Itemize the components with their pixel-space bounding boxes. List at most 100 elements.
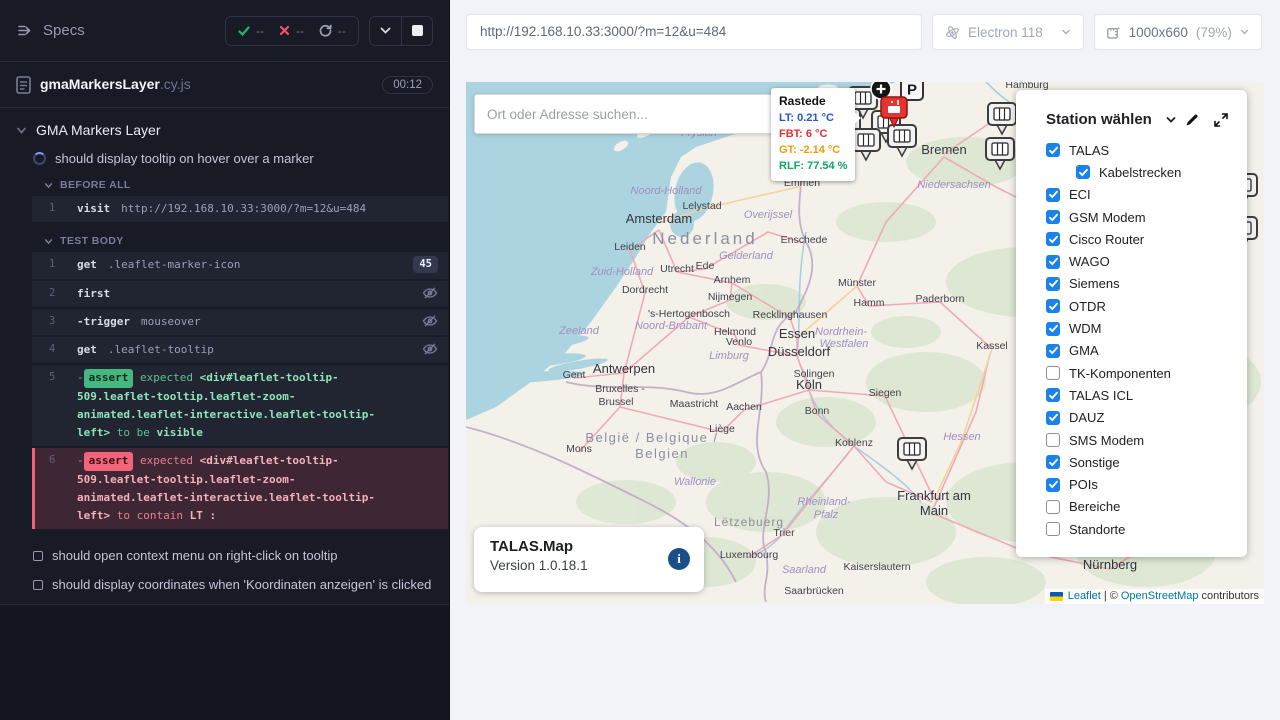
map-label: Recklinghausen <box>753 309 828 321</box>
command-text: -triggermouseover <box>77 313 406 331</box>
station-checkbox-row[interactable]: POIs <box>1046 473 1247 495</box>
chevron-down-icon <box>44 237 53 246</box>
map-label: Limburg <box>709 350 750 362</box>
osm-link[interactable]: OpenStreetMap <box>1121 590 1199 602</box>
pending-test-row[interactable]: should open context menu on right-click … <box>0 541 449 570</box>
command-row[interactable]: 1visithttp://192.168.10.33:3000/?m=12&u=… <box>32 196 448 222</box>
station-checkbox-row[interactable]: Siemens <box>1046 273 1247 295</box>
command-row[interactable]: 4get.leaflet-tooltip <box>32 337 448 363</box>
search-input[interactable] <box>474 94 782 134</box>
command-row[interactable]: 3-triggermouseover <box>32 309 448 335</box>
runner-controls <box>369 16 433 46</box>
running-test-row[interactable]: should display tooltip on hover over a m… <box>0 144 449 173</box>
failed-stat: -- <box>279 24 304 38</box>
station-checkbox-row[interactable]: SMS Modem <box>1046 429 1247 451</box>
check-icon <box>1048 256 1059 267</box>
station-checkbox[interactable] <box>1046 188 1060 202</box>
attribution-separator: | © <box>1104 590 1118 602</box>
station-checkbox-row[interactable]: GSM Modem <box>1046 206 1247 228</box>
station-checkbox[interactable] <box>1046 277 1060 291</box>
station-checkbox[interactable] <box>1046 232 1060 246</box>
station-checkbox-row[interactable]: WDM <box>1046 317 1247 339</box>
collapse-button[interactable] <box>370 17 401 45</box>
map-tooltip[interactable]: Rastede LT: 0.21 °CFBT: 6 °CGT: -2.14 °C… <box>771 88 855 181</box>
map-marker-pin[interactable] <box>852 129 880 160</box>
station-checkbox[interactable] <box>1046 478 1060 492</box>
station-checkbox-row[interactable]: TK-Komponenten <box>1046 362 1247 384</box>
map-label: Nordrhein- <box>815 326 867 338</box>
browser-selector[interactable]: Electron 118 <box>932 14 1084 50</box>
stop-button[interactable] <box>401 17 432 45</box>
leaflet-link[interactable]: Leaflet <box>1068 590 1101 602</box>
station-checkbox[interactable] <box>1046 500 1060 514</box>
station-checkbox-row[interactable]: DAUZ <box>1046 407 1247 429</box>
station-checkbox-row[interactable]: Cisco Router <box>1046 228 1247 250</box>
station-checkbox[interactable] <box>1046 411 1060 425</box>
pending-test-row[interactable]: should display coordinates when 'Koordin… <box>0 570 449 599</box>
map-marker-pin[interactable] <box>898 438 926 469</box>
station-checkbox[interactable] <box>1046 522 1060 536</box>
station-checkbox-row[interactable]: Kabelstrecken <box>1046 161 1247 183</box>
chevron-down-icon <box>16 125 27 136</box>
chevron-down-icon[interactable] <box>1165 114 1177 126</box>
map-label: België / Belgique / <box>585 430 718 445</box>
station-checkbox[interactable] <box>1046 299 1060 313</box>
command-number: 1 <box>35 256 77 274</box>
x-icon <box>279 25 290 36</box>
station-checkbox-row[interactable]: OTDR <box>1046 295 1247 317</box>
chevron-down-icon <box>44 181 53 190</box>
spec-row[interactable]: gmaMarkersLayer.cy.js 00:12 <box>0 62 449 108</box>
browser-name: Electron 118 <box>968 25 1043 40</box>
station-checkbox[interactable] <box>1046 322 1060 336</box>
info-icon[interactable]: i <box>668 548 690 570</box>
station-checkbox-row[interactable]: Bereiche <box>1046 496 1247 518</box>
specs-menu-button[interactable]: Specs <box>16 22 85 39</box>
station-checkbox[interactable] <box>1046 210 1060 224</box>
before-all-section[interactable]: BEFORE ALL <box>0 173 449 196</box>
station-checkbox-row[interactable]: Standorte <box>1046 518 1247 540</box>
map-label: Hamm <box>854 297 885 309</box>
command-row[interactable]: 6-assert expected <div#leaflet-tooltip-5… <box>32 448 448 529</box>
map-label: Bruxelles - <box>595 383 645 395</box>
map-marker-pin[interactable] <box>988 103 1016 134</box>
map-label: Arnhem <box>714 274 751 286</box>
station-checkbox-row[interactable]: WAGO <box>1046 250 1247 272</box>
command-number: 6 <box>35 452 77 470</box>
station-checkbox-row[interactable]: TALAS ICL <box>1046 384 1247 406</box>
station-checkbox-list: TALASKabelstreckenECIGSM ModemCisco Rout… <box>1016 139 1247 540</box>
expand-icon[interactable] <box>1213 112 1229 128</box>
url-bar[interactable]: http://192.168.10.33:3000/?m=12&u=484 <box>466 14 922 50</box>
station-checkbox[interactable] <box>1046 455 1060 469</box>
map-attribution: Leaflet | © OpenStreetMap contributors <box>1045 589 1264 604</box>
sidebar-bottom-spacer <box>0 604 449 720</box>
command-number: 2 <box>35 285 77 303</box>
station-checkbox[interactable] <box>1046 388 1060 402</box>
station-checkbox-row[interactable]: Sonstige <box>1046 451 1247 473</box>
station-checkbox-row[interactable]: TALAS <box>1046 139 1247 161</box>
station-label: TALAS ICL <box>1069 388 1133 403</box>
command-row[interactable]: 2first <box>32 281 448 307</box>
check-icon <box>1048 301 1059 312</box>
edit-pencil-icon[interactable] <box>1184 112 1200 128</box>
command-row[interactable]: 5-assert expected <div#leaflet-tooltip-5… <box>32 365 448 446</box>
station-checkbox[interactable] <box>1046 255 1060 269</box>
station-checkbox[interactable] <box>1046 433 1060 447</box>
station-label: Standorte <box>1069 522 1125 537</box>
viewport-selector[interactable]: 1000x660 (79%) <box>1094 14 1262 50</box>
station-checkbox[interactable] <box>1046 143 1060 157</box>
check-icon <box>1048 457 1059 468</box>
check-icon <box>238 25 250 37</box>
command-number: 4 <box>35 341 77 359</box>
command-row[interactable]: 1get.leaflet-marker-icon45 <box>32 252 448 278</box>
station-panel-header: Station wählen <box>1016 90 1247 139</box>
ukraine-flag-icon <box>1050 592 1063 601</box>
map-label: Enschede <box>781 234 828 246</box>
station-checkbox[interactable] <box>1046 366 1060 380</box>
assert-badge: assert <box>84 369 134 387</box>
station-checkbox[interactable] <box>1076 165 1090 179</box>
suite-row[interactable]: GMA Markers Layer <box>0 116 449 144</box>
station-checkbox-row[interactable]: ECI <box>1046 184 1247 206</box>
test-body-section[interactable]: TEST BODY <box>0 229 449 252</box>
station-checkbox[interactable] <box>1046 344 1060 358</box>
station-checkbox-row[interactable]: GMA <box>1046 340 1247 362</box>
